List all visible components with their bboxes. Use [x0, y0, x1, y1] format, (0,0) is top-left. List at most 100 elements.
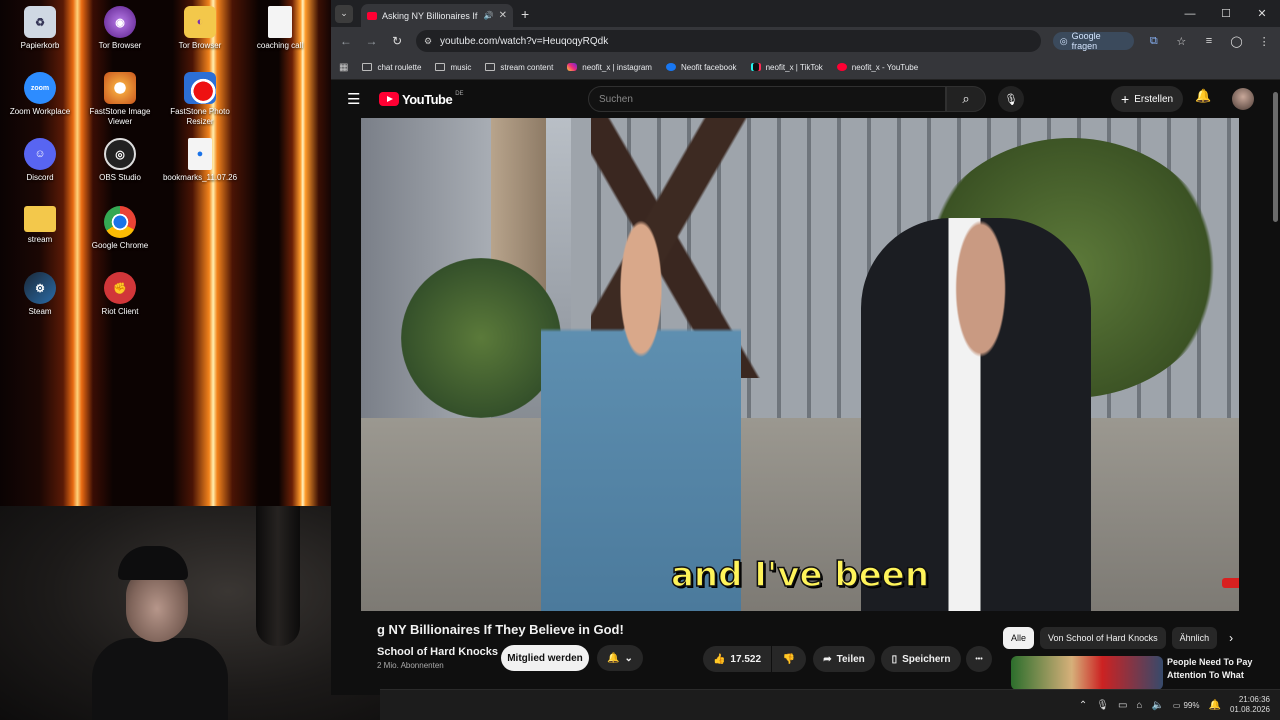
- notifications-bell-icon[interactable]: 🔔: [1195, 88, 1211, 104]
- bookmark-music[interactable]: music: [435, 63, 471, 72]
- address-bar[interactable]: ⚙ youtube.com/watch?v=HeuqoqyRQdk: [415, 30, 1041, 52]
- stream-folder-shortcut[interactable]: stream: [1, 206, 79, 245]
- back-arrow-icon[interactable]: ←: [339, 34, 353, 48]
- chip-from-channel[interactable]: Von School of Hard Knocks: [1040, 627, 1166, 649]
- battery-percent: 99%: [1183, 700, 1200, 710]
- folder-icon: [485, 63, 496, 71]
- system-clock[interactable]: 21:06:36 01.08.2026: [1230, 695, 1270, 715]
- volume-icon[interactable]: 🔈: [1151, 700, 1163, 711]
- desktop-icon-label: Steam: [28, 307, 52, 316]
- bookmarks-file-shortcut[interactable]: ● bookmarks_11.07.26: [161, 138, 239, 183]
- video-player[interactable]: and I've been: [361, 118, 1239, 611]
- youtube-favicon-icon: [367, 11, 377, 20]
- join-label: Mitglied werden: [507, 652, 583, 664]
- bookmark-youtube[interactable]: neofit_x - YouTube: [836, 63, 918, 72]
- tab-search-button[interactable]: ⌄: [335, 4, 353, 23]
- forward-arrow-icon[interactable]: →: [365, 34, 379, 48]
- tab-close-button[interactable]: ✕: [499, 10, 507, 21]
- recommended-video-thumbnail[interactable]: [1011, 656, 1163, 690]
- recommendation-chips: Alle Von School of Hard Knocks Ähnlich ›: [1003, 627, 1233, 649]
- chip-all[interactable]: Alle: [1003, 627, 1035, 649]
- recycle-bin-shortcut[interactable]: ♻ Papierkorb: [1, 6, 79, 51]
- url-text[interactable]: youtube.com/watch?v=HeuqoqyRQdk: [440, 36, 1033, 47]
- zoom-shortcut[interactable]: zoom Zoom Workplace: [1, 72, 79, 117]
- maximize-button[interactable]: ☐: [1208, 0, 1244, 27]
- steam-icon: ⚙: [24, 272, 56, 304]
- bookmark-star-icon[interactable]: ☆: [1174, 35, 1190, 48]
- reading-list-icon[interactable]: ≡: [1201, 35, 1217, 47]
- interviewer: [541, 218, 741, 611]
- steam-shortcut[interactable]: ⚙ Steam: [1, 272, 79, 317]
- person-body: [92, 638, 228, 720]
- bookmark-chat-roulette[interactable]: chat roulette: [362, 63, 421, 72]
- tab-title: Asking NY Billionaires If The: [382, 10, 479, 21]
- tor-browser-icon: ◉: [104, 6, 136, 38]
- youtube-logo[interactable]: YouTube DE: [379, 91, 464, 107]
- desktop-icon-label: Discord: [26, 173, 54, 182]
- tor-browser-shortcut[interactable]: ◉ Tor Browser: [81, 6, 159, 51]
- channel-name[interactable]: School of Hard Knocks: [377, 646, 498, 658]
- bookmark-instagram[interactable]: neofit_x | instagram: [567, 63, 652, 72]
- desktop-icon-label: FastStone Photo Resizer: [170, 107, 230, 126]
- notification-icon[interactable]: 🔔: [1209, 700, 1221, 711]
- chrome-shortcut[interactable]: Google Chrome: [81, 206, 159, 251]
- more-actions-button[interactable]: •••: [966, 646, 992, 672]
- chevron-down-icon: ⌄: [624, 652, 633, 664]
- apps-grid-icon[interactable]: ▦: [339, 62, 348, 73]
- like-button[interactable]: 👍 17.522: [703, 646, 771, 672]
- obs-shortcut[interactable]: ◎ OBS Studio: [81, 138, 159, 183]
- coaching-call-shortcut[interactable]: coaching call: [241, 6, 319, 51]
- reload-icon[interactable]: ↻: [390, 34, 404, 48]
- new-tab-button[interactable]: +: [521, 6, 529, 22]
- tab-active[interactable]: Asking NY Billionaires If The 🔊 ✕: [361, 4, 513, 27]
- network-icon[interactable]: ⌂: [1136, 700, 1142, 711]
- tree-foliage-left: [401, 258, 561, 418]
- site-info-icon[interactable]: ⚙: [424, 36, 432, 47]
- save-button[interactable]: ▯ Speichern: [881, 646, 961, 672]
- bookmark-facebook[interactable]: Neofit facebook: [665, 63, 737, 72]
- install-app-icon[interactable]: ⧉: [1146, 35, 1162, 48]
- dislike-button[interactable]: 👎: [772, 646, 806, 672]
- subscription-bell-button[interactable]: 🔔 ⌄: [597, 645, 643, 671]
- speaker-icon[interactable]: 🔊: [484, 11, 494, 20]
- chevron-right-icon[interactable]: ›: [1229, 631, 1233, 645]
- search-button[interactable]: ⌕: [946, 86, 986, 112]
- desktop-icon-label: stream: [27, 235, 53, 244]
- battery-indicator[interactable]: ▭ 99%: [1173, 701, 1200, 710]
- create-button[interactable]: + Erstellen: [1111, 86, 1184, 112]
- hamburger-menu-icon[interactable]: ☰: [347, 90, 367, 108]
- bookmark-stream-content[interactable]: stream content: [485, 63, 553, 72]
- voice-search-button[interactable]: 🎙: [998, 86, 1024, 112]
- google-ask-label: Google fragen: [1071, 31, 1101, 51]
- riot-client-shortcut[interactable]: ✊ Riot Client: [81, 272, 159, 317]
- microphone-icon[interactable]: 🎙: [1096, 700, 1109, 711]
- search-input[interactable]: Suchen: [588, 86, 946, 112]
- close-window-button[interactable]: ✕: [1244, 0, 1280, 27]
- avatar[interactable]: [1232, 88, 1254, 110]
- folder-icon: [435, 63, 446, 71]
- search-icon: ⌕: [962, 91, 970, 106]
- share-label: Teilen: [836, 653, 865, 665]
- recommended-video-title[interactable]: People Need To Pay Attention To What: [1167, 656, 1267, 690]
- menu-kebab-icon[interactable]: ⋮: [1256, 35, 1272, 48]
- faststone-resizer-shortcut[interactable]: FastStone Photo Resizer: [161, 72, 239, 127]
- bookmark-tiktok[interactable]: neofit_x | TikTok: [750, 63, 823, 72]
- page-scrollbar[interactable]: [1273, 92, 1278, 222]
- chevron-up-icon[interactable]: ⌃: [1079, 700, 1087, 711]
- more-label: •••: [975, 655, 983, 663]
- desktop-icon-label: coaching call: [256, 41, 304, 50]
- chip-similar[interactable]: Ähnlich: [1171, 627, 1218, 649]
- battery-icon: ▭: [1172, 700, 1181, 710]
- tor-browser-folder-shortcut[interactable]: ◐ Tor Browser: [161, 6, 239, 51]
- desktop-icon-label: FastStone Image Viewer: [89, 107, 151, 126]
- share-button[interactable]: ➦ Teilen: [813, 646, 875, 672]
- join-button[interactable]: Mitglied werden: [501, 645, 589, 671]
- profile-icon[interactable]: ◯: [1229, 35, 1245, 48]
- faststone-viewer-shortcut[interactable]: FastStone Image Viewer: [81, 72, 159, 127]
- like-count: 17.522: [730, 653, 762, 665]
- google-ask-button[interactable]: ◎ Google fragen: [1052, 31, 1134, 51]
- discord-shortcut[interactable]: ☺ Discord: [1, 138, 79, 183]
- minimize-button[interactable]: —: [1172, 0, 1208, 27]
- display-icon[interactable]: ▭: [1118, 700, 1127, 711]
- recycle-bin-icon: ♻: [24, 6, 56, 38]
